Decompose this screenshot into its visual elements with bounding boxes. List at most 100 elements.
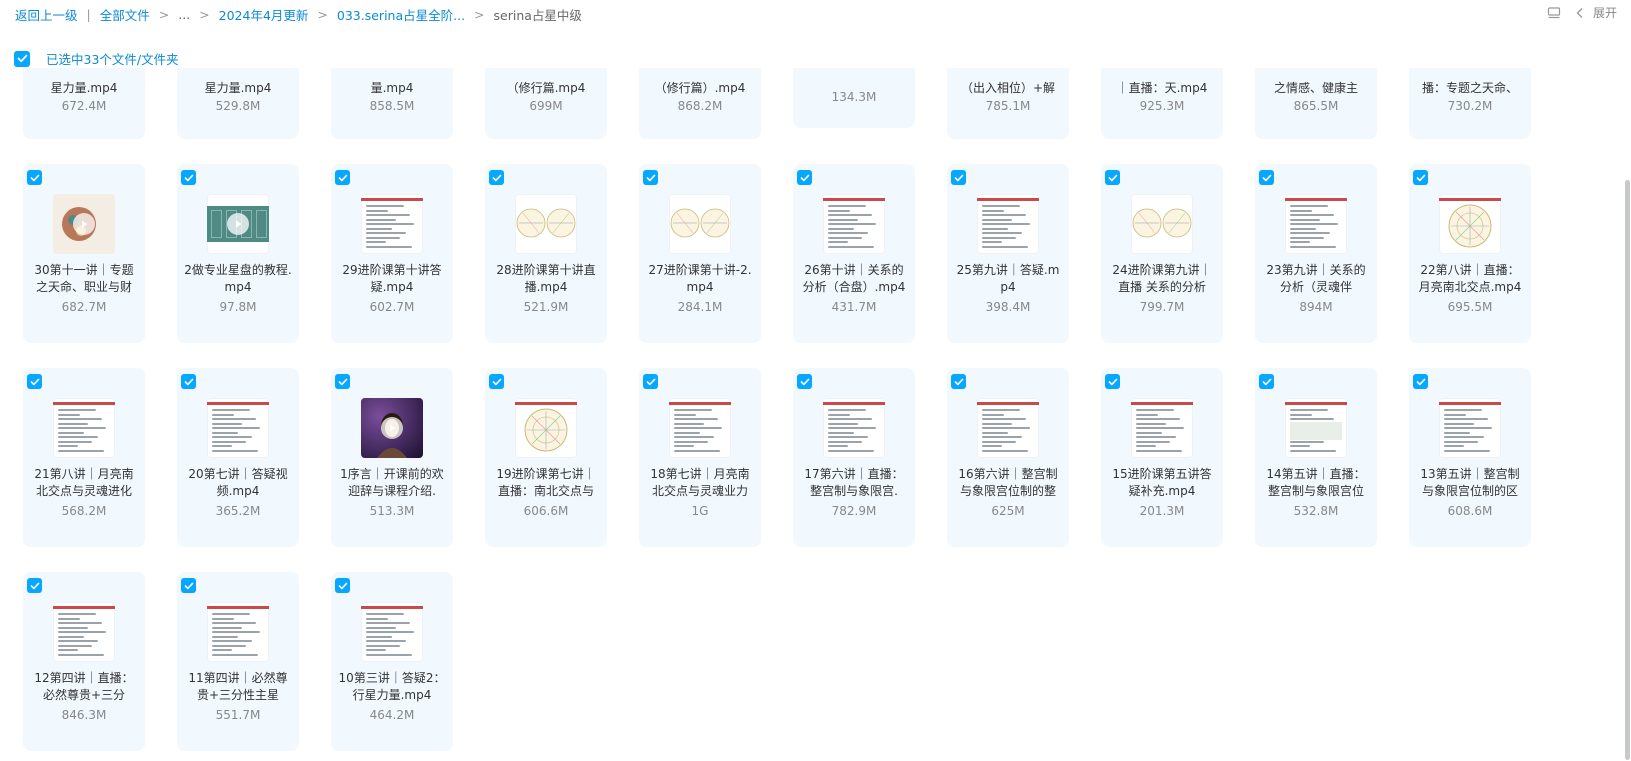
file-size: 608.6M [1447, 504, 1493, 518]
file-card[interactable]: 20第七讲｜答疑视频.mp4 365.2M [177, 368, 299, 547]
file-size: 464.2M [369, 708, 415, 722]
file-card[interactable]: （修行篇）.mp4 868.2M [639, 68, 761, 139]
file-card[interactable]: 2做专业星盘的教程.mp4 97.8M [177, 164, 299, 343]
file-card[interactable]: 25第九讲｜答疑.mp4 398.4M [947, 164, 1069, 343]
file-size: 201.3M [1139, 504, 1185, 518]
file-card[interactable]: 13第五讲｜整宫制与象限宫位制的区 608.6M [1409, 368, 1531, 547]
file-checkbox[interactable] [335, 374, 350, 389]
file-thumbnail [207, 194, 269, 254]
file-checkbox[interactable] [181, 170, 196, 185]
file-card[interactable]: 27进阶课第十讲-2.mp4 284.1M [639, 164, 761, 343]
file-checkbox[interactable] [335, 578, 350, 593]
file-checkbox[interactable] [1259, 170, 1274, 185]
file-card[interactable]: 15进阶课第五讲答疑补充.mp4 201.3M [1101, 368, 1223, 547]
file-name: 30第十一讲｜专题之天命、职业与财 [34, 263, 134, 294]
file-checkbox[interactable] [27, 170, 42, 185]
file-name: 14第五讲｜直播：整宫制与象限宫位 [1266, 467, 1366, 498]
file-checkbox[interactable] [1105, 170, 1120, 185]
file-card[interactable]: （出入相位）+解 785.1M [947, 68, 1069, 139]
file-checkbox[interactable] [797, 170, 812, 185]
breadcrumb-level1[interactable]: 2024年4月更新 [219, 5, 309, 24]
check-icon [1416, 378, 1425, 385]
file-size: 799.7M [1139, 300, 1185, 314]
scrollbar-thumb[interactable] [1625, 180, 1630, 760]
file-checkbox[interactable] [335, 170, 350, 185]
file-size: 602.7M [369, 300, 415, 314]
file-checkbox[interactable] [181, 374, 196, 389]
file-checkbox[interactable] [27, 578, 42, 593]
file-checkbox[interactable] [1413, 374, 1428, 389]
file-card[interactable]: 134.3M [793, 68, 915, 128]
file-name: 29进阶课第十讲答疑.mp4 [342, 263, 442, 294]
file-card[interactable]: ｜直播：天.mp4 925.3M [1101, 68, 1223, 139]
file-card[interactable]: 11第四讲｜必然尊贵+三分性主星 551.7M [177, 572, 299, 751]
expand-button[interactable]: 展开 [1575, 4, 1617, 21]
play-icon [73, 213, 95, 235]
file-card[interactable]: 16第六讲｜整宫制与象限宫位制的整 625M [947, 368, 1069, 547]
file-card[interactable]: 19进阶课第七讲｜直播：南北交点与 606.6M [485, 368, 607, 547]
file-name: 24进阶课第九讲｜直播 关系的分析 [1112, 263, 1212, 294]
file-card[interactable]: 之情感、健康主 865.5M [1255, 68, 1377, 139]
file-card[interactable]: 22第八讲｜直播：月亮南北交点.mp4 695.5M [1409, 164, 1531, 343]
file-checkbox[interactable] [489, 374, 504, 389]
file-card[interactable]: 12第四讲｜直播：必然尊贵+三分 846.3M [23, 572, 145, 751]
file-size: 284.1M [677, 300, 723, 314]
file-card[interactable]: 26第十讲｜关系的分析（合盘）.mp4 431.7M [793, 164, 915, 343]
file-size: 695.5M [1447, 300, 1493, 314]
file-card[interactable]: 18第七讲｜月亮南北交点与灵魂业力 1G [639, 368, 761, 547]
file-card[interactable]: 17第六讲｜直播：整宫制与象限宫. 782.9M [793, 368, 915, 547]
file-thumbnail [1439, 194, 1501, 254]
breadcrumb-level2[interactable]: 033.serina占星全阶... [337, 5, 465, 24]
file-card[interactable]: 播：专题之天命、 730.2M [1409, 68, 1531, 139]
file-card[interactable]: 量.mp4 858.5M [331, 68, 453, 139]
file-card[interactable]: 10第三讲｜答疑2：行星力量.mp4 464.2M [331, 572, 453, 751]
file-size: 730.2M [1447, 99, 1493, 113]
file-checkbox[interactable] [797, 374, 812, 389]
file-card[interactable]: 23第九讲｜关系的分析（灵魂伴 894M [1255, 164, 1377, 343]
expand-label: 展开 [1592, 6, 1617, 20]
scrollbar[interactable] [1623, 68, 1631, 761]
file-card[interactable]: 30第十一讲｜专题之天命、职业与财 682.7M [23, 164, 145, 343]
file-checkbox[interactable] [181, 578, 196, 593]
check-icon [492, 174, 501, 181]
file-name: 23第九讲｜关系的分析（灵魂伴 [1266, 263, 1366, 294]
file-card[interactable]: 星力量.mp4 672.4M [23, 68, 145, 139]
file-checkbox[interactable] [1413, 170, 1428, 185]
back-link[interactable]: 返回上一级 [15, 5, 78, 24]
file-card[interactable]: 21第八讲｜月亮南北交点与灵魂进化 568.2M [23, 368, 145, 547]
file-card[interactable]: 14第五讲｜直播：整宫制与象限宫位 532.8M [1255, 368, 1377, 547]
file-size: 894M [1299, 300, 1333, 314]
file-card[interactable]: （修行篇.mp4 699M [485, 68, 607, 139]
file-thumbnail [207, 398, 269, 458]
file-card[interactable]: 28进阶课第十讲直播.mp4 521.9M [485, 164, 607, 343]
selection-bar: 已选中33个文件/文件夹 [14, 49, 179, 68]
file-checkbox[interactable] [27, 374, 42, 389]
file-card[interactable]: 星力量.mp4 529.8M [177, 68, 299, 139]
file-thumbnail [823, 398, 885, 458]
file-card[interactable]: 1序言｜开课前的欢迎辞与课程介绍. 513.3M [331, 368, 453, 547]
file-card[interactable]: 29进阶课第十讲答疑.mp4 602.7M [331, 164, 453, 343]
file-thumbnail [53, 194, 115, 254]
breadcrumb-separator: | [86, 7, 91, 22]
file-checkbox[interactable] [1105, 374, 1120, 389]
file-name: 19进阶课第七讲｜直播：南北交点与 [496, 467, 596, 498]
file-checkbox[interactable] [1259, 374, 1274, 389]
file-checkbox[interactable] [643, 170, 658, 185]
file-checkbox[interactable] [643, 374, 658, 389]
check-icon [338, 174, 347, 181]
check-icon [800, 378, 809, 385]
file-checkbox[interactable] [951, 170, 966, 185]
list-view-icon[interactable] [1547, 6, 1561, 20]
file-name: ｜直播：天.mp4 [1116, 81, 1208, 95]
breadcrumb-root[interactable]: 全部文件 [100, 5, 150, 24]
file-checkbox[interactable] [489, 170, 504, 185]
file-thumbnail [361, 398, 423, 458]
file-card[interactable]: 24进阶课第九讲｜直播 关系的分析 799.7M [1101, 164, 1223, 343]
file-size: 365.2M [215, 504, 261, 518]
file-size: 97.8M [219, 300, 257, 314]
check-icon [800, 174, 809, 181]
file-size: 858.5M [369, 99, 415, 113]
file-checkbox[interactable] [951, 374, 966, 389]
breadcrumb-ellipsis[interactable]: ... [178, 7, 190, 22]
select-all-checkbox[interactable] [14, 50, 30, 67]
